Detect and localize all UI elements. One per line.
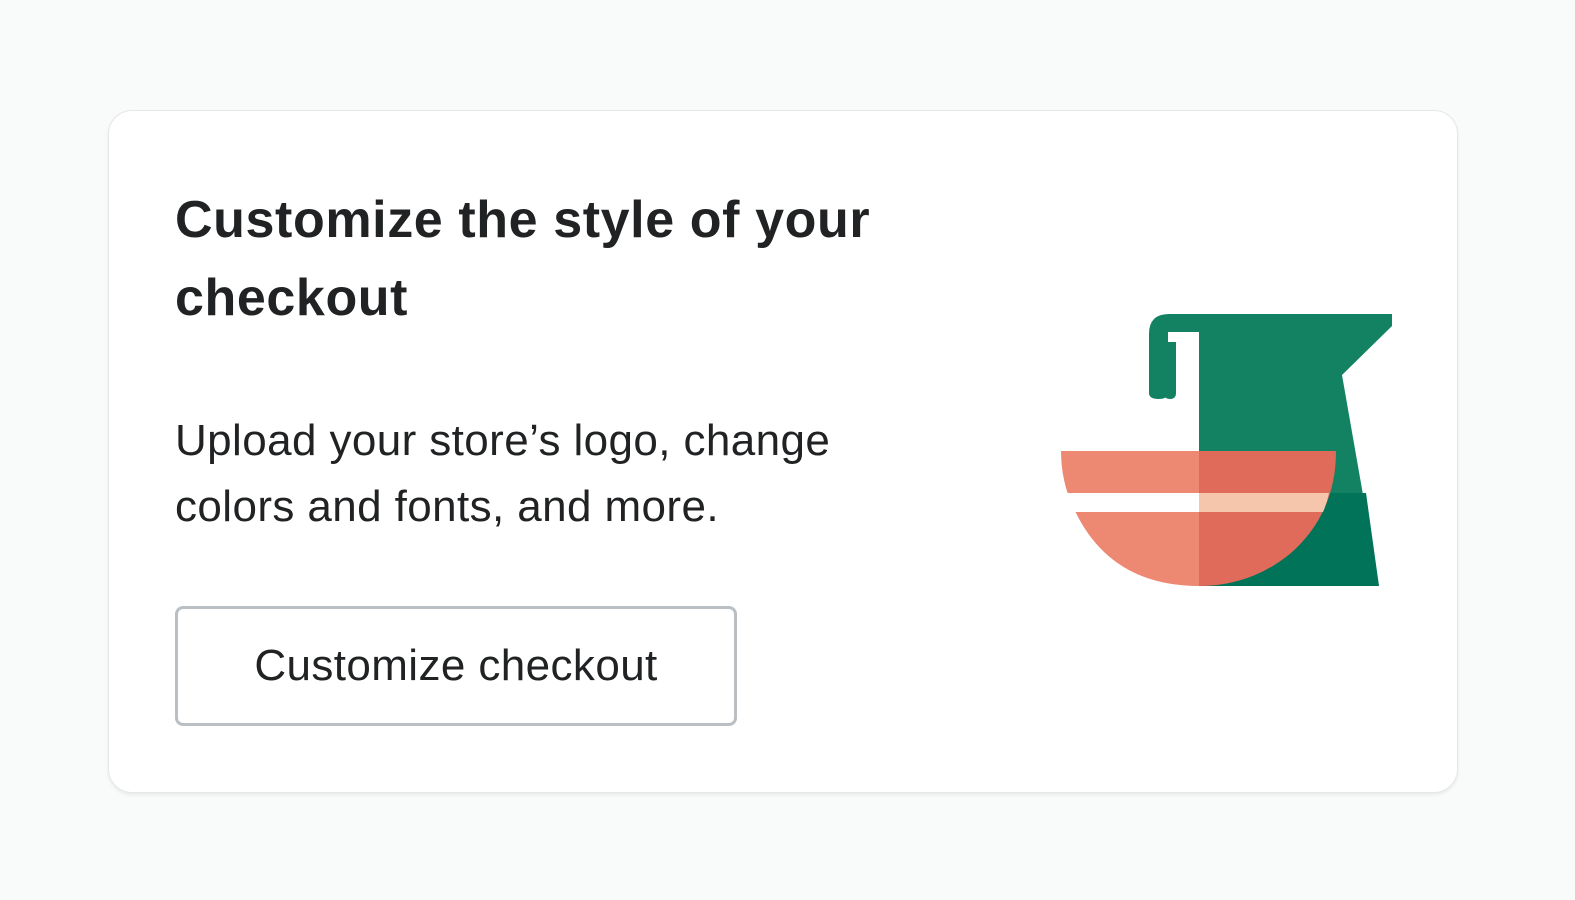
checkout-customization-card: Customize the style of your checkout Upl… xyxy=(108,110,1458,793)
card-description: Upload your store’s logo, change colors … xyxy=(175,416,831,531)
bowl-stripe xyxy=(1065,493,1199,512)
bowl-stripe-shadow xyxy=(1199,493,1329,512)
mixing-bowl-pitcher-illustration xyxy=(1061,313,1393,594)
customize-checkout-button[interactable]: Customize checkout xyxy=(175,606,737,726)
card-title: Customize the style of your checkout xyxy=(175,191,871,327)
